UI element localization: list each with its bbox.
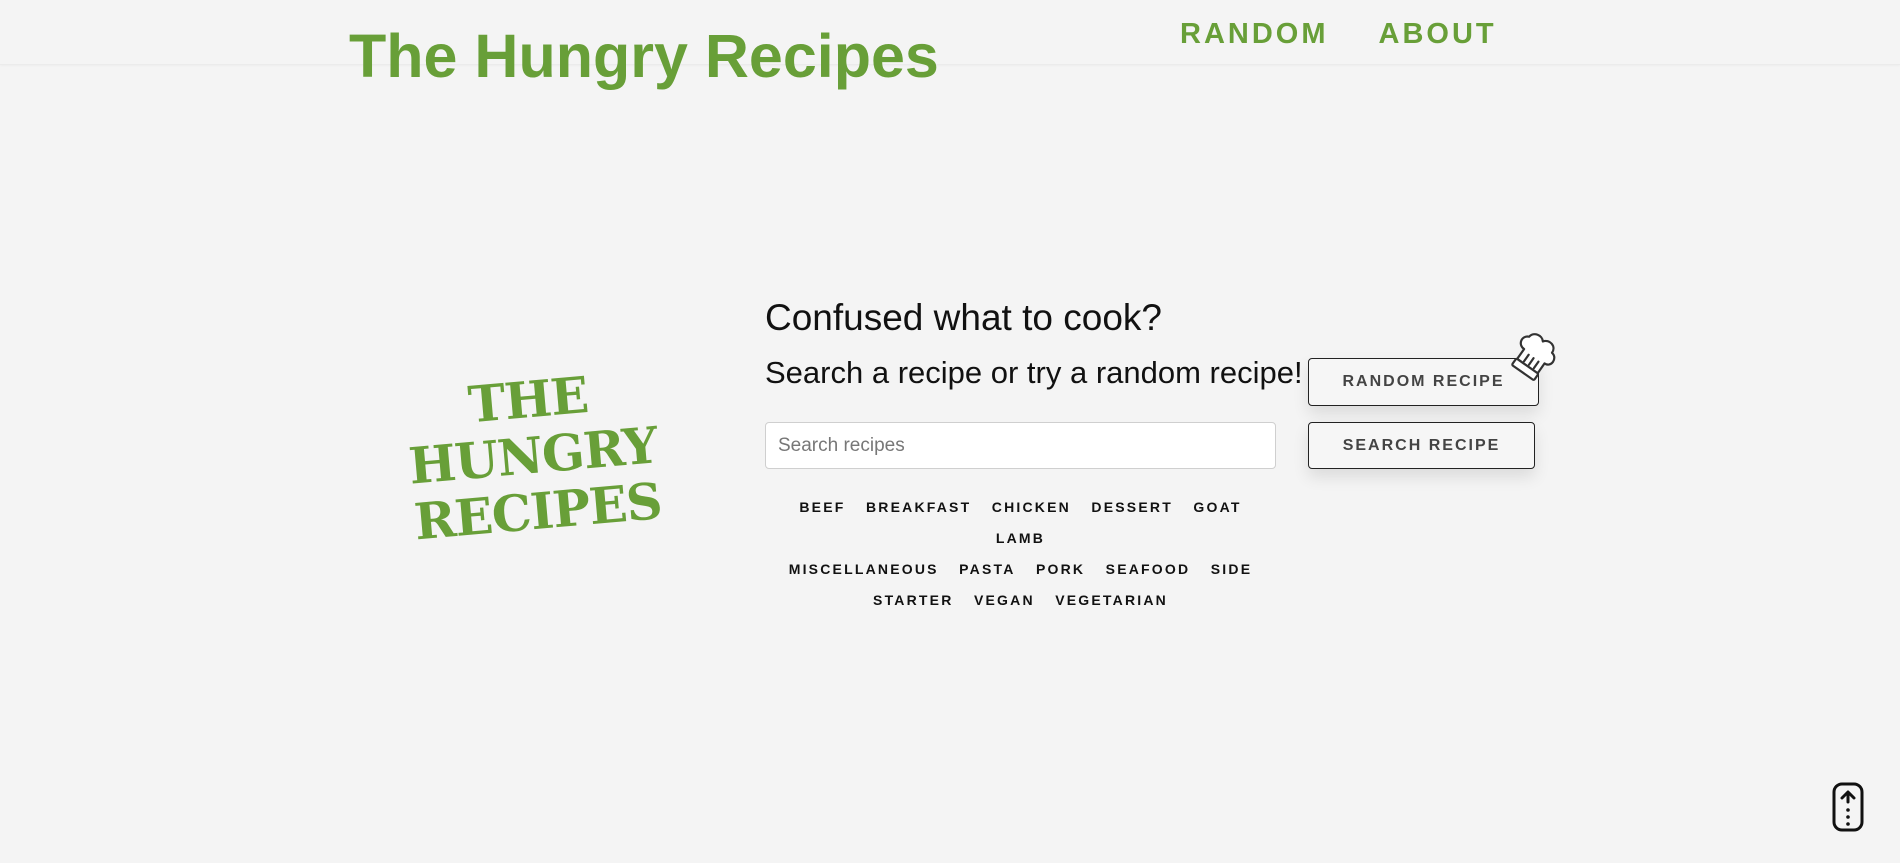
category-link[interactable]: SEAFOOD: [1106, 554, 1191, 584]
category-link[interactable]: VEGAN: [974, 585, 1035, 615]
top-navbar: The Hungry Recipes RANDOM ABOUT: [0, 0, 1900, 90]
main-nav: RANDOM ABOUT: [1180, 16, 1497, 52]
category-link[interactable]: VEGETARIAN: [1055, 585, 1168, 615]
chef-hat-icon: [1511, 333, 1556, 381]
category-link[interactable]: BREAKFAST: [866, 492, 971, 522]
nav-link-about[interactable]: ABOUT: [1379, 16, 1497, 52]
category-list: BEEF BREAKFAST CHICKEN DESSERT GOAT LAMB…: [765, 492, 1276, 616]
category-link[interactable]: LAMB: [996, 523, 1045, 553]
category-link[interactable]: PORK: [1036, 554, 1085, 584]
category-link[interactable]: MISCELLANEOUS: [789, 554, 939, 584]
category-link[interactable]: CHICKEN: [992, 492, 1071, 522]
category-link[interactable]: PASTA: [959, 554, 1015, 584]
hero-subheading: Search a recipe or try a random recipe!: [765, 355, 1303, 390]
search-input[interactable]: [765, 422, 1276, 469]
category-link[interactable]: BEEF: [799, 492, 845, 522]
hero-heading: Confused what to cook?: [765, 297, 1162, 338]
scroll-to-top-icon[interactable]: [1832, 782, 1864, 832]
category-link[interactable]: SIDE: [1211, 554, 1252, 584]
category-link[interactable]: GOAT: [1193, 492, 1241, 522]
hungry-recipes-logo: THE HUNGRY RECIPES: [361, 358, 704, 554]
category-link[interactable]: DESSERT: [1091, 492, 1173, 522]
nav-link-random[interactable]: RANDOM: [1180, 16, 1329, 52]
category-link[interactable]: STARTER: [873, 585, 953, 615]
search-recipe-button[interactable]: SEARCH RECIPE: [1308, 422, 1535, 469]
site-title[interactable]: The Hungry Recipes: [349, 20, 939, 92]
